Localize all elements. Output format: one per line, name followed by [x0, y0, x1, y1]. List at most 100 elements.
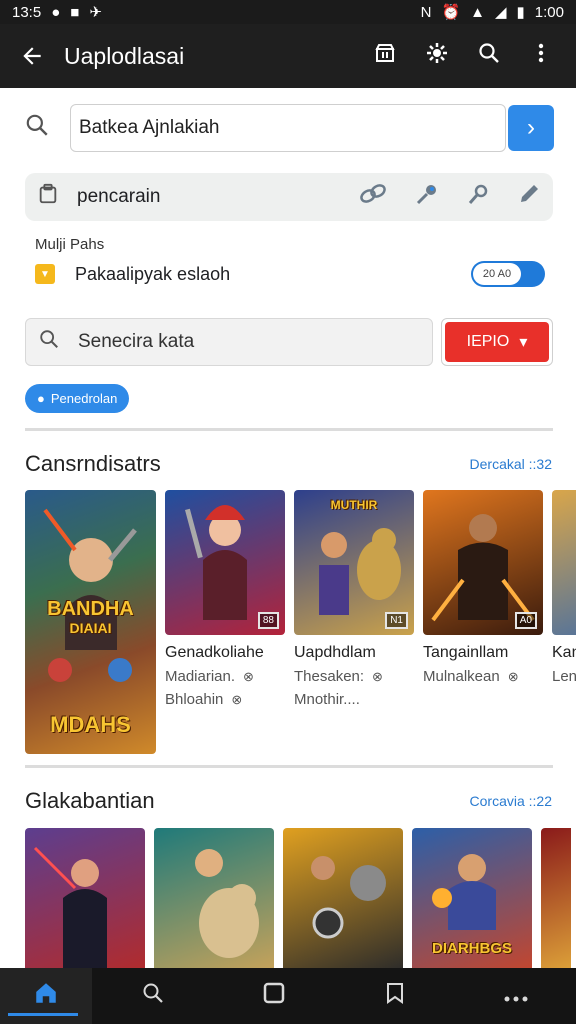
square-icon [262, 981, 286, 1012]
status-left: 13:5 ● ■ ✈ [12, 3, 102, 22]
toggle-text: Pakaalipyak eslaoh [75, 263, 231, 284]
game-meta-1-text: Thesaken: [294, 668, 365, 685]
game-card[interactable]: MUTHIR N1 Uapdhdlam Thesaken: ⊗ Mnothir..… [294, 490, 414, 754]
game-art [195, 849, 259, 958]
alarm-icon: ⏰ [441, 4, 461, 21]
divider [25, 765, 553, 768]
game-meta-2: Bhloahin ⊗ [165, 691, 285, 708]
keyword-search-value: Senecira kata [78, 331, 195, 352]
pen-icon[interactable] [517, 182, 541, 212]
game-name: Genadkoliahe [165, 644, 264, 661]
nav-saved[interactable] [334, 968, 455, 1024]
link-icon[interactable] [359, 182, 387, 212]
gear-icon[interactable] [422, 41, 452, 71]
game-meta-1-text: Madiarian. [165, 668, 236, 685]
status-time-left: 13:5 [12, 3, 42, 21]
chip-dot-icon: ● [37, 391, 45, 406]
game-art-title: DIARHBGS [431, 940, 512, 957]
app-bar-actions [370, 41, 576, 71]
game-card[interactable]: Kan Len [552, 490, 576, 754]
section1-see-all-link[interactable]: Dercakal ::32 [470, 456, 552, 472]
bookmark-icon [383, 981, 407, 1012]
controller-icon: ⊗ [507, 669, 519, 684]
featured-art-subtitle: DIAIAI [69, 620, 112, 636]
game-meta-1: Mulnalkean ⊗ [423, 668, 543, 685]
nfc-icon: N [420, 3, 432, 21]
search-input[interactable]: Batkea Ajnlakiah [70, 104, 506, 152]
controller-icon: ⊗ [231, 692, 243, 707]
search-row: Batkea Ajnlakiah › [24, 103, 554, 153]
pin-icon[interactable] [413, 182, 441, 212]
game-card[interactable]: 88 Genadkoliahe Madiarian. ⊗ Bhloahin ⊗ [165, 490, 285, 754]
game-thumbnail: A0 [423, 490, 543, 635]
game-card[interactable]: A0 Tangainllam Mulnalkean ⊗ [423, 490, 543, 754]
signal-icon: ◢ [494, 4, 507, 21]
game-card[interactable] [154, 828, 274, 973]
game-meta-1: Madiarian. ⊗ [165, 668, 285, 685]
game-thumbnail [154, 828, 274, 973]
game-art-title: MUTHIR [330, 498, 378, 512]
more-vert-icon[interactable] [526, 41, 556, 71]
game-thumbnail [25, 828, 145, 973]
game-name: Uapdhdlam [294, 644, 376, 661]
clipboard-icon [37, 183, 77, 211]
filter-dropdown-inner: IEPIO ▾ [445, 322, 549, 362]
game-meta-1: Thesaken: ⊗ [294, 668, 414, 685]
game-meta-2: Mnothir.... [294, 691, 414, 708]
search-icon [141, 981, 165, 1012]
battery-icon: ▮ [516, 4, 525, 21]
section2-title: Glakabantian [25, 788, 155, 813]
more-horiz-icon [503, 982, 529, 1010]
controller-icon: ⊗ [372, 669, 383, 684]
chip-label: Penedrolan [50, 391, 118, 406]
search-icon [24, 112, 60, 145]
featured-game-card[interactable]: BANDHA DIAIAI MDAHS [25, 490, 156, 754]
warning-icon: ▼ [35, 264, 55, 284]
game-thumbnail [541, 828, 571, 973]
search-icon[interactable] [474, 41, 504, 71]
game-card[interactable]: DIARHBGS [412, 828, 532, 973]
nav-home[interactable] [0, 968, 92, 1024]
game-thumbnail: DIARHBGS [412, 828, 532, 973]
search-icon [38, 328, 78, 356]
search-go-button[interactable]: › [508, 105, 554, 151]
game-art [33, 846, 107, 968]
game-card[interactable] [25, 828, 145, 973]
app-bar: Uaplodlasai [0, 24, 576, 88]
game-thumbnail [283, 828, 403, 973]
toggle-switch[interactable]: 20 A0 [471, 261, 545, 287]
section2-see-all-link[interactable]: Corcavia ::22 [470, 793, 552, 809]
game-tag: N1 [385, 612, 408, 629]
keyword-search-field[interactable]: Senecira kata [25, 318, 433, 366]
nav-more[interactable] [455, 968, 576, 1024]
section1-title: Cansrndisatrs [25, 451, 161, 476]
nav-search[interactable] [92, 968, 213, 1024]
game-card[interactable] [283, 828, 403, 973]
game-tag: 88 [257, 612, 279, 629]
game-card[interactable] [541, 828, 571, 973]
status-right: N ⏰ ▲ ◢ ▮ 1:00 [420, 3, 564, 22]
featured-art-title: BANDHA [47, 598, 134, 620]
game-tag: A0 [514, 612, 537, 629]
filter-dropdown[interactable]: IEPIO ▾ [441, 318, 553, 366]
game-name: Kan [552, 644, 576, 661]
pencarian-label: pencarain [77, 186, 161, 207]
back-arrow-icon[interactable] [0, 24, 64, 88]
home-icon [33, 980, 59, 1013]
record-icon: ● [51, 3, 61, 21]
store-icon[interactable] [370, 41, 400, 71]
key-icon[interactable] [467, 182, 491, 212]
airplane-icon: ✈ [89, 4, 102, 21]
game-thumbnail: MUTHIR N1 [294, 490, 414, 635]
pencarian-tools [359, 182, 541, 212]
nav-library[interactable] [213, 968, 334, 1024]
filter-chip[interactable]: ● Penedrolan [25, 384, 130, 413]
game-meta-2-text: Mnothir.... [294, 691, 360, 708]
featured-art-bottom: MDAHS [50, 712, 131, 737]
pencarian-bar[interactable]: pencarain [25, 173, 553, 221]
multi-label: Mulji Pahs [35, 236, 105, 253]
section2-carousel: DIARHBGS [25, 828, 571, 973]
game-meta-2-text: Bhloahin [165, 691, 224, 708]
game-art [311, 856, 386, 939]
status-time-right: 1:00 [534, 3, 564, 21]
